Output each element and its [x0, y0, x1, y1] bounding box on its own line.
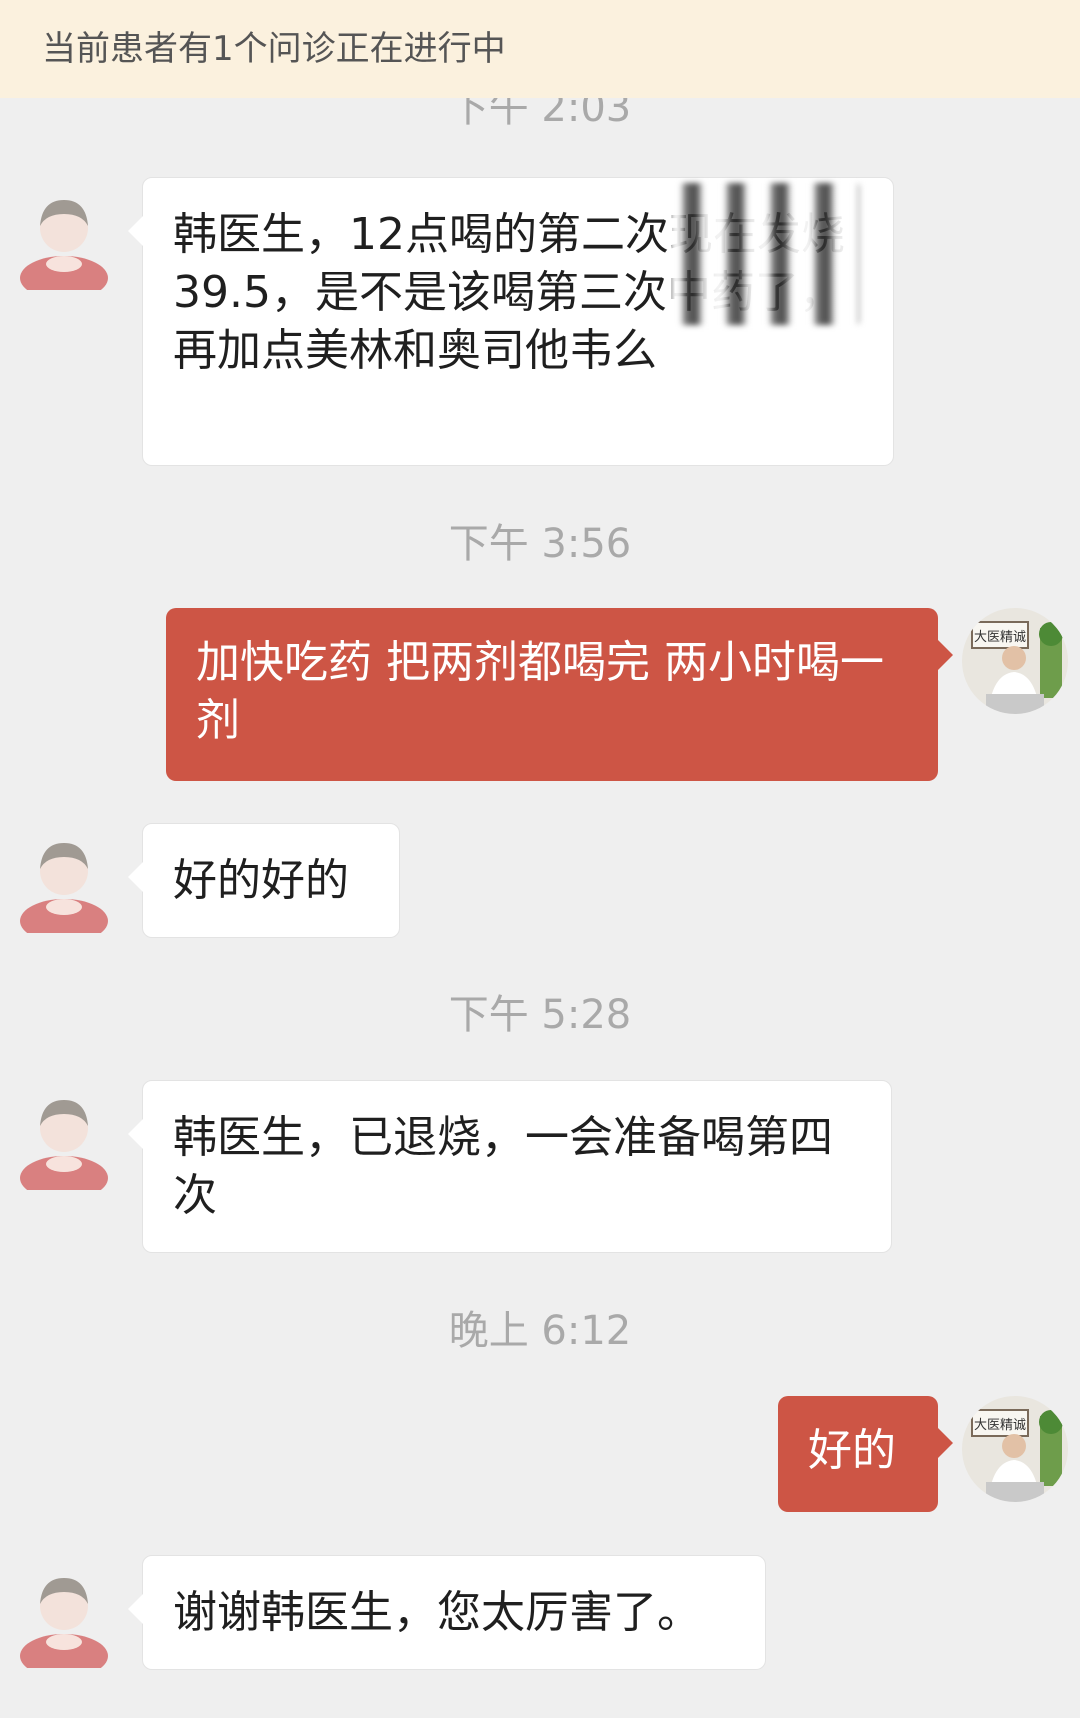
redaction-blur	[670, 183, 860, 325]
patient-avatar-icon[interactable]	[12, 1086, 116, 1190]
patient-message-bubble[interactable]: 谢谢韩医生，您太厉害了。	[128, 1555, 766, 1670]
message-text: 好的	[808, 1425, 896, 1476]
doctor-avatar-icon[interactable]: 大医精诚	[962, 608, 1068, 714]
patient-avatar-icon[interactable]	[12, 829, 116, 933]
svg-text:大医精诚: 大医精诚	[974, 1418, 1026, 1433]
message-text: 好的好的	[173, 855, 349, 906]
svg-text:大医精诚: 大医精诚	[974, 630, 1026, 645]
timestamp: 下午 5:28	[448, 992, 632, 1038]
doctor-message-bubble[interactable]: 加快吃药 把两剂都喝完 两小时喝一剂	[166, 608, 953, 781]
patient-message-bubble[interactable]: 好的好的	[128, 823, 400, 938]
doctor-message-bubble[interactable]: 好的	[778, 1396, 953, 1512]
timestamp: 晚上 6:12	[448, 1308, 632, 1354]
patient-message-bubble[interactable]: 韩医生，已退烧，一会准备喝第四次	[128, 1080, 892, 1253]
timestamp: 下午 3:56	[448, 521, 632, 567]
message-text: 韩医生，已退烧，一会准备喝第四次	[173, 1112, 833, 1221]
patient-avatar-icon[interactable]	[12, 186, 116, 290]
consultation-status-banner: 当前患者有1个问诊正在进行中	[0, 0, 1080, 98]
patient-avatar-icon[interactable]	[12, 1564, 116, 1668]
message-text: 加快吃药 把两剂都喝完 两小时喝一剂	[196, 637, 884, 746]
message-text: 谢谢韩医生，您太厉害了。	[173, 1587, 701, 1638]
doctor-avatar-icon[interactable]: 大医精诚	[962, 1396, 1068, 1502]
